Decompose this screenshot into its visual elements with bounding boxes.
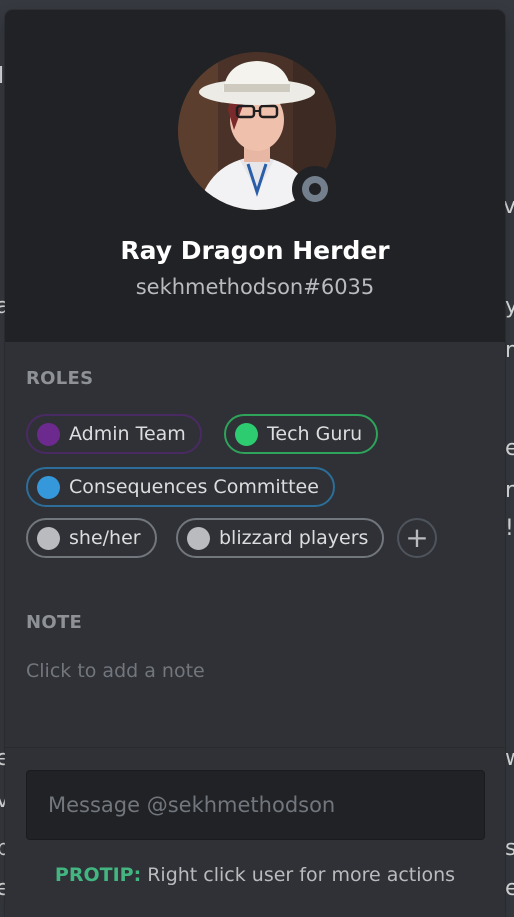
background-text-fragment: e: [505, 876, 514, 901]
display-name: Ray Dragon Herder: [120, 236, 390, 265]
role-label: Consequences Committee: [69, 476, 319, 498]
background-text-fragment: r: [505, 478, 514, 503]
roles-title: ROLES: [26, 368, 94, 389]
message-placeholder: Message @sekhmethodson: [48, 793, 336, 817]
role-color-dot: [37, 526, 60, 550]
protip-label: PROTIP:: [54, 864, 142, 886]
role-blizzard-players[interactable]: blizzard players: [176, 518, 385, 558]
note-title: NOTE: [26, 612, 83, 633]
plus-icon: +: [405, 521, 429, 554]
role-label: she/her: [69, 527, 141, 549]
role-label: blizzard players: [219, 527, 369, 549]
role-she-her[interactable]: she/her: [26, 518, 157, 558]
message-input[interactable]: Message @sekhmethodson: [26, 770, 485, 840]
background-text-fragment: s: [505, 836, 514, 861]
background-text-fragment: e: [505, 436, 514, 461]
role-color-dot: [37, 475, 60, 499]
note-input[interactable]: Click to add a note: [26, 660, 205, 682]
role-color-dot: [37, 422, 60, 446]
role-label: Tech Guru: [267, 423, 363, 445]
role-admin-team[interactable]: Admin Team: [26, 414, 202, 454]
background-text-fragment: n: [505, 338, 514, 363]
profile-header: Ray Dragon Herder sekhmethodson#6035: [5, 10, 505, 342]
background-text-fragment: y: [505, 294, 514, 319]
protip-text: Right click user for more actions: [141, 864, 456, 886]
status-indicator: [292, 166, 338, 212]
role-consequences-committee[interactable]: Consequences Committee: [26, 467, 335, 507]
role-color-dot: [235, 422, 258, 446]
background-text-fragment: l: [0, 64, 5, 89]
add-role-button[interactable]: +: [397, 518, 437, 558]
user-tag: sekhmethodson#6035: [135, 275, 375, 299]
background-text-fragment: w: [505, 748, 514, 770]
offline-status-icon: [302, 176, 328, 202]
role-tech-guru[interactable]: Tech Guru: [224, 414, 379, 454]
protip: PROTIP: Right click user for more action…: [5, 864, 505, 886]
role-label: Admin Team: [69, 423, 186, 445]
avatar-wrapper[interactable]: [178, 52, 338, 212]
background-text-fragment: !: [505, 516, 514, 541]
role-color-dot: [187, 526, 210, 550]
